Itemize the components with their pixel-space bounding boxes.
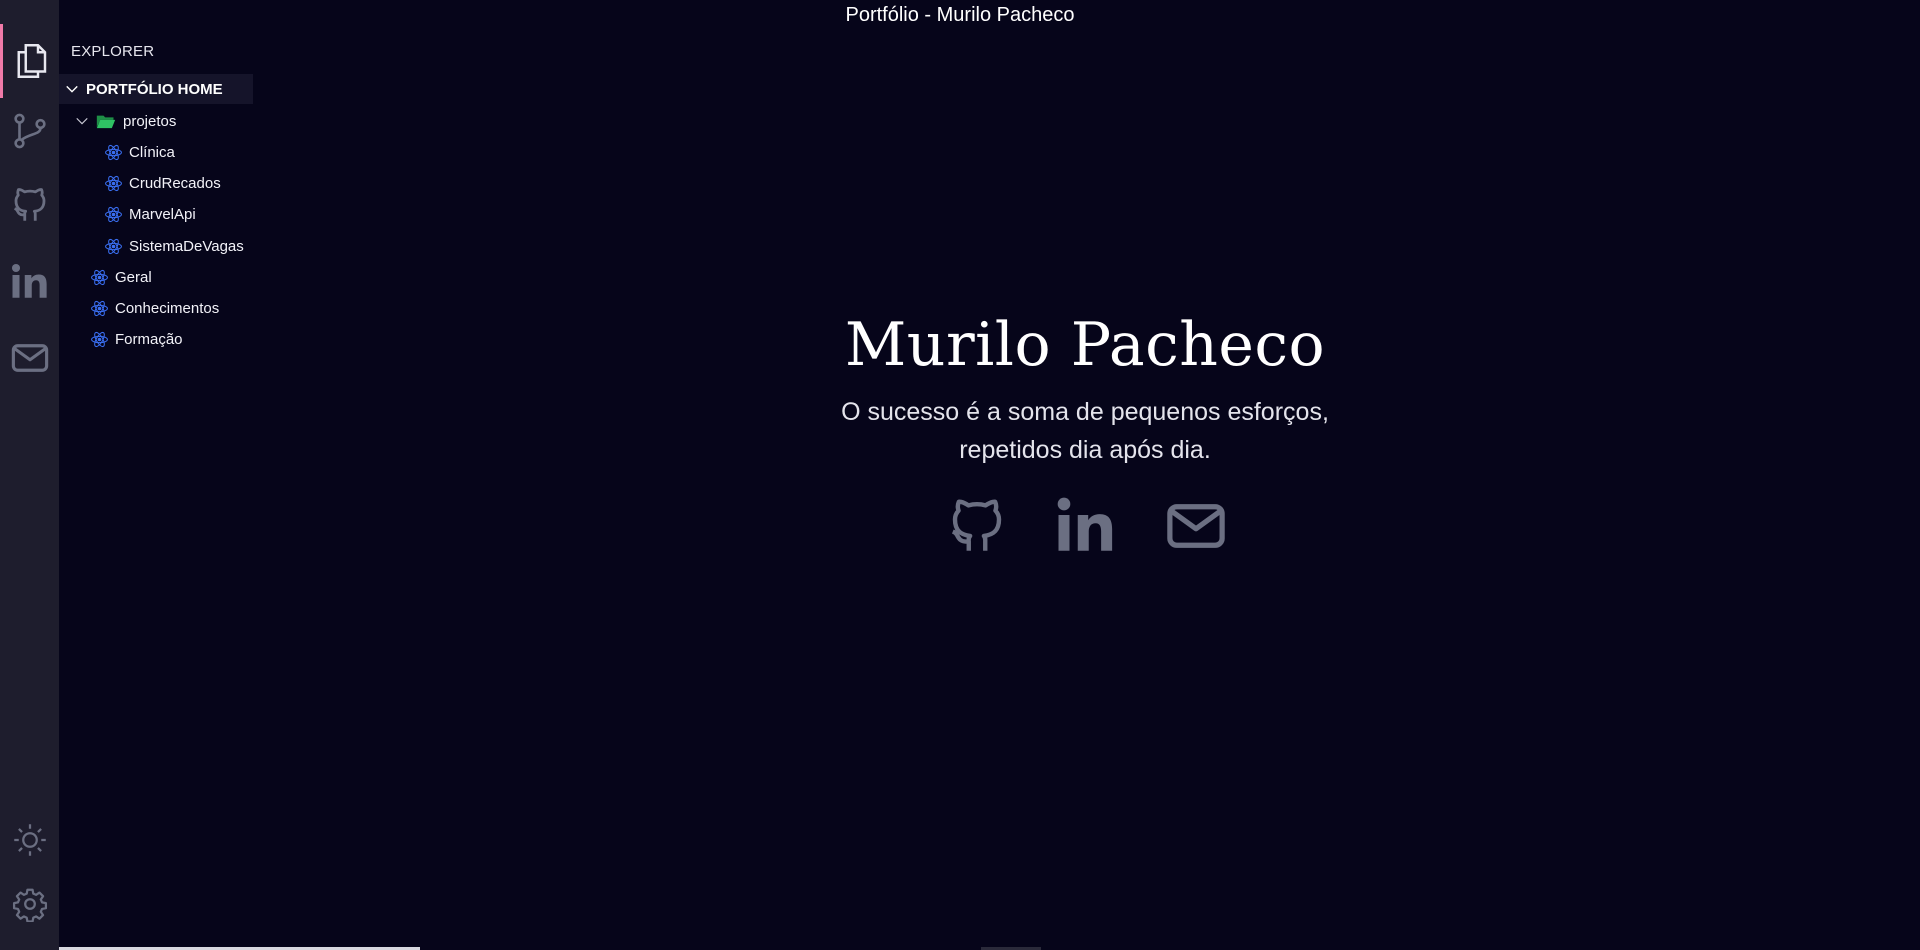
explorer-sidebar: EXPLORER PORTFÓLIO HOME projetos Clínica…	[59, 0, 253, 950]
tree-item-label: projetos	[123, 112, 177, 130]
tree-item-clinica[interactable]: Clínica	[104, 139, 175, 165]
window-title: Portfólio - Murilo Pacheco	[845, 4, 1075, 26]
linkedin-link[interactable]	[1051, 490, 1121, 562]
portfolio-app: EXPLORER PORTFÓLIO HOME projetos Clínica…	[0, 0, 1920, 950]
tree-item-label: Clínica	[129, 143, 175, 161]
theme-toggle-button[interactable]	[0, 803, 59, 877]
mail-button[interactable]	[0, 321, 59, 395]
sun-icon	[13, 824, 46, 856]
activity-bar	[0, 0, 59, 950]
hero-name: Murilo Pacheco	[844, 310, 1326, 380]
tree-item-label: MarvelApi	[129, 205, 196, 223]
tree-folder-projetos[interactable]: projetos	[75, 108, 176, 134]
tree-item-label: Conhecimentos	[115, 299, 220, 317]
settings-button[interactable]	[0, 867, 59, 941]
chevron-down-icon	[76, 117, 88, 125]
react-icon	[105, 175, 122, 191]
tree-item-conhecimentos[interactable]: Conhecimentos	[90, 295, 219, 321]
react-icon	[91, 300, 108, 316]
folder-open-icon	[96, 115, 116, 128]
react-icon	[105, 144, 122, 160]
chevron-down-icon	[66, 85, 78, 93]
tree-item-label: CrudRecados	[129, 174, 221, 192]
react-icon	[91, 331, 108, 347]
github-link[interactable]	[942, 490, 1012, 562]
files-icon	[17, 44, 47, 78]
github-icon	[13, 188, 45, 221]
tree-item-crudrecados[interactable]: CrudRecados	[104, 170, 221, 196]
tree-item-label: SistemaDeVagas	[129, 237, 244, 255]
github-button[interactable]	[0, 168, 59, 242]
email-link[interactable]	[1161, 490, 1231, 562]
github-icon	[951, 499, 1002, 551]
linkedin-icon	[11, 263, 47, 298]
tree-item-label: Formação	[115, 330, 183, 348]
source-control-button[interactable]	[0, 94, 59, 168]
section-header-portfolio-home[interactable]: PORTFÓLIO HOME	[59, 74, 253, 104]
react-icon	[105, 206, 122, 222]
linkedin-button[interactable]	[0, 245, 59, 319]
tree-item-label: Geral	[115, 268, 152, 286]
section-label: PORTFÓLIO HOME	[86, 80, 223, 98]
hero-quote: O sucesso é a soma de pequenos esforços,…	[760, 393, 1410, 469]
tree-item-marvelapi[interactable]: MarvelApi	[104, 201, 196, 227]
mail-icon	[11, 344, 48, 372]
linkedin-icon	[1057, 497, 1113, 551]
tree-item-geral[interactable]: Geral	[90, 264, 152, 290]
gear-icon	[12, 888, 47, 922]
explorer-button[interactable]	[0, 24, 59, 98]
source-control-icon	[13, 113, 46, 149]
quote-line: repetidos dia após dia.	[959, 436, 1211, 464]
react-icon	[105, 238, 122, 254]
tree-item-sistemadevagas[interactable]: SistemaDeVagas	[104, 233, 244, 259]
explorer-title: EXPLORER	[71, 43, 155, 60]
quote-line: O sucesso é a soma de pequenos esforços,	[841, 398, 1329, 426]
react-icon	[91, 269, 108, 285]
tree-item-formacao[interactable]: Formação	[90, 326, 183, 352]
mail-icon	[1167, 504, 1225, 548]
